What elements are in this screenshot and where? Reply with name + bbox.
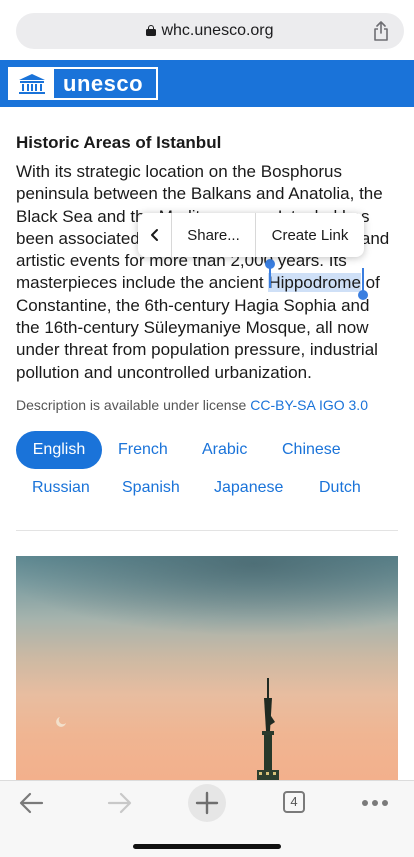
desc-line: under threat from population pressure, i… — [16, 340, 378, 360]
new-tab-button[interactable] — [188, 784, 226, 822]
home-indicator[interactable] — [133, 844, 281, 849]
tab-count: 4 — [290, 794, 298, 809]
license-text: Description is available under license — [16, 397, 251, 413]
lang-french-link[interactable]: French — [118, 441, 168, 459]
lock-icon — [146, 25, 157, 36]
desc-text: masterpieces include the ancient — [16, 273, 269, 293]
tab-count-button[interactable]: 4 — [283, 791, 305, 813]
temple-icon — [10, 69, 54, 98]
share-menu-item[interactable]: Share... — [172, 213, 256, 257]
desc-line: With its strategic location on the Bosph… — [16, 162, 342, 181]
desc-line: the 16th-century Süleymaniye Mosque, all… — [16, 318, 369, 338]
desc-line: Constantine, the 6th-century Hagia Sophi… — [16, 295, 370, 315]
menu-back-button[interactable] — [138, 213, 172, 257]
article-description[interactable]: With its strategic location on the Bosph… — [16, 161, 398, 384]
page-title: Historic Areas of Istanbul — [16, 133, 222, 152]
lang-dutch-link[interactable]: Dutch — [319, 479, 361, 497]
lang-japanese-link[interactable]: Japanese — [214, 479, 283, 497]
selected-text[interactable]: Hippodrome — [268, 273, 361, 293]
lang-chinese-link[interactable]: Chinese — [282, 441, 341, 459]
license-link[interactable]: CC-BY-SA IGO 3.0 — [250, 397, 368, 413]
back-arrow-icon[interactable] — [18, 789, 46, 817]
chevron-left-icon — [150, 229, 158, 241]
selection-end-handle[interactable] — [358, 268, 368, 300]
unesco-logo[interactable]: unesco — [8, 67, 158, 100]
site-photo[interactable] — [16, 556, 398, 780]
site-header: unesco — [0, 60, 414, 107]
url-display[interactable]: whc.unesco.org — [16, 22, 404, 40]
desc-line-selected: masterpieces include the ancient Hippodr… — [16, 272, 398, 294]
selection-start-handle[interactable] — [265, 259, 275, 288]
text-selection-menu: Share... Create Link — [138, 213, 364, 257]
more-options-icon[interactable] — [360, 793, 390, 813]
lang-english-button[interactable]: English — [16, 431, 102, 469]
address-bar[interactable]: whc.unesco.org — [16, 13, 404, 49]
minaret-silhouette — [56, 678, 279, 780]
desc-line: peninsula between the Balkans and Anatol… — [16, 184, 383, 204]
logo-wordmark: unesco — [63, 71, 144, 96]
forward-arrow-icon[interactable] — [105, 789, 133, 817]
plus-icon — [195, 791, 219, 815]
create-link-menu-item[interactable]: Create Link — [256, 213, 364, 257]
lang-russian-link[interactable]: Russian — [32, 479, 90, 497]
license-note: Description is available under license C… — [16, 397, 368, 413]
article: Historic Areas of Istanbul With its stra… — [16, 132, 398, 382]
section-divider — [16, 530, 398, 531]
url-text: whc.unesco.org — [161, 22, 274, 39]
share-icon[interactable] — [372, 21, 390, 41]
browser-address-bar-area: whc.unesco.org — [0, 0, 414, 60]
lang-spanish-link[interactable]: Spanish — [122, 479, 180, 497]
lang-arabic-link[interactable]: Arabic — [202, 441, 247, 459]
desc-line: pollution and uncontrolled urbanization. — [16, 362, 312, 382]
